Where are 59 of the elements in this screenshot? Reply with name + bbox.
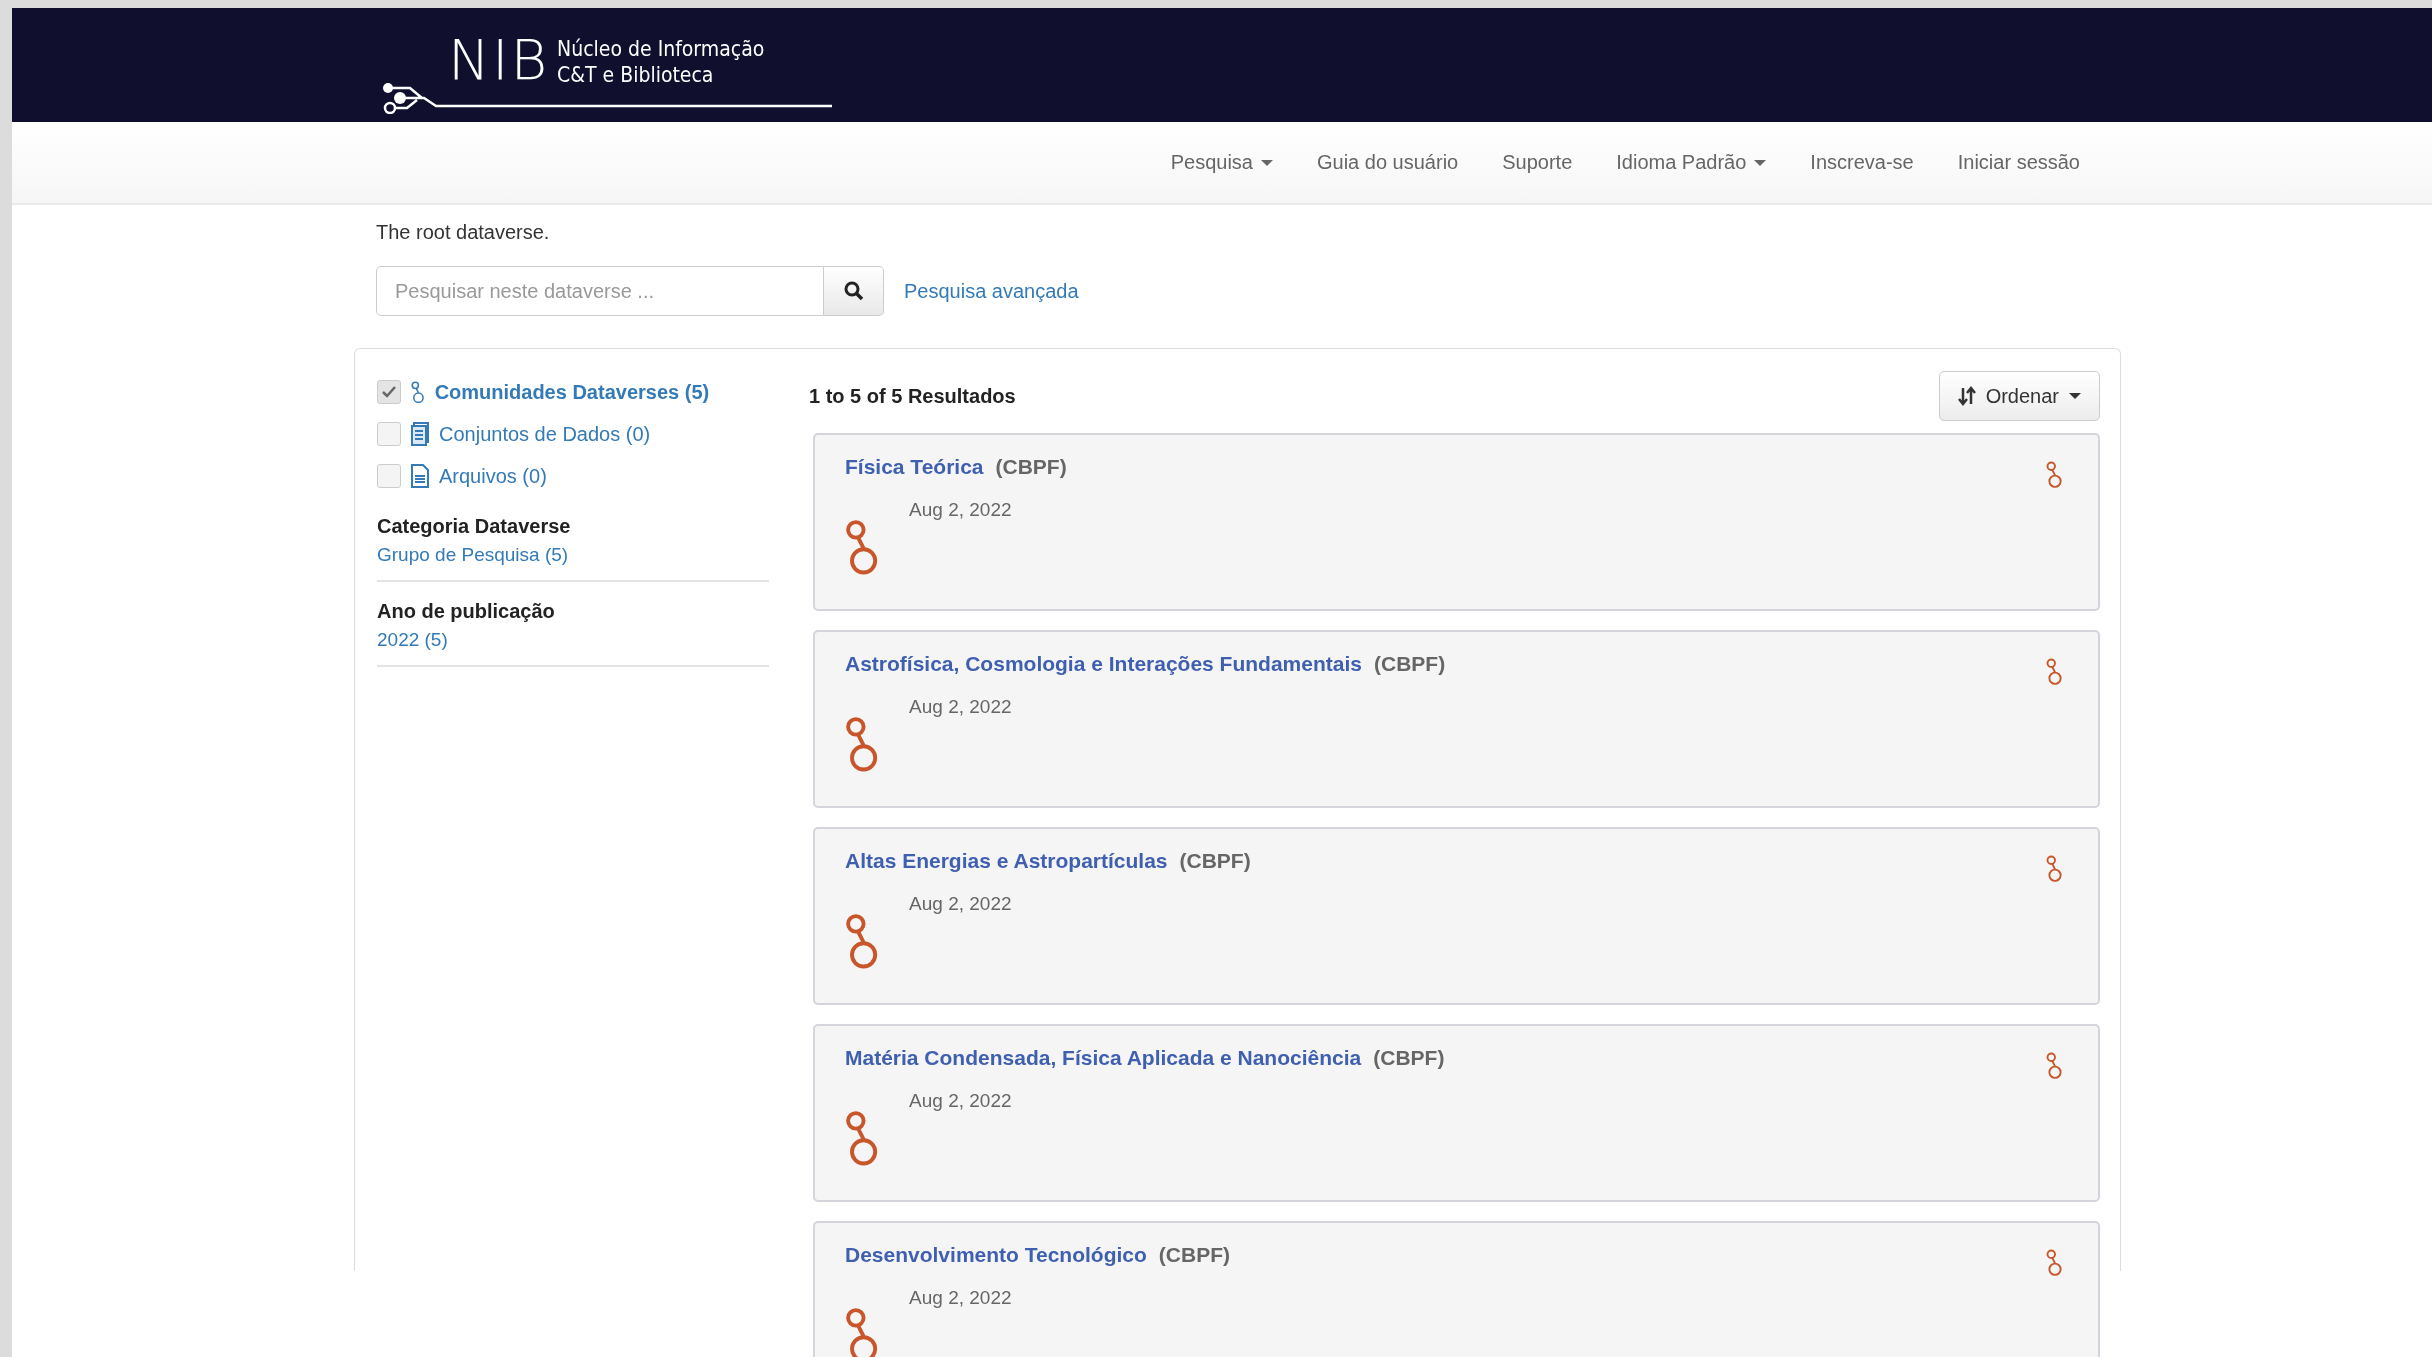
file-icon bbox=[411, 464, 429, 488]
caret-icon bbox=[1754, 159, 1767, 166]
result-affiliation: (CBPF) bbox=[1158, 1243, 1230, 1267]
filter-checkbox[interactable] bbox=[377, 422, 401, 446]
dataverse-icon bbox=[845, 716, 880, 772]
dataverse-description: The root dataverse. bbox=[376, 221, 551, 244]
nav-link[interactable]: Guia do usuário bbox=[1295, 151, 1481, 174]
filter-link[interactable]: Comunidades Dataverses (5) bbox=[434, 380, 710, 404]
result-title-link[interactable]: Desenvolvimento Tecnológico bbox=[845, 1243, 1147, 1267]
result-title-link[interactable]: Altas Energias e Astropartículas bbox=[845, 849, 1168, 873]
search-field[interactable]: Pesquisar neste dataverse ... bbox=[376, 266, 824, 316]
logo-text: C&T e Biblioteca bbox=[557, 62, 715, 88]
dataverse-icon bbox=[845, 1110, 880, 1166]
advanced-search-link[interactable]: Pesquisa avançada bbox=[904, 279, 1079, 303]
facet-link[interactable]: 2022 (5) bbox=[377, 629, 769, 651]
dataverse-icon bbox=[411, 380, 425, 404]
result-date: Aug 2, 2022 bbox=[909, 499, 1012, 522]
document-stack-icon bbox=[411, 422, 429, 446]
search-icon bbox=[843, 281, 864, 301]
facet-title: Categoria Dataverse bbox=[377, 515, 572, 538]
logo-mark: NIB bbox=[448, 32, 550, 88]
dataverse-icon bbox=[2045, 855, 2062, 882]
nav-link[interactable]: Idioma Padrão bbox=[1594, 151, 1789, 174]
result-title-link[interactable]: Matéria Condensada, Física Aplicada e Nanociência bbox=[845, 1046, 1362, 1070]
result-affiliation: (CBPF) bbox=[1374, 652, 1446, 676]
search-button[interactable] bbox=[824, 266, 884, 316]
sort-icon bbox=[1957, 386, 1976, 406]
filter-checkbox[interactable] bbox=[377, 464, 401, 488]
filter-link[interactable]: Conjuntos de Dados (0) bbox=[439, 422, 651, 446]
nav-link[interactable]: Suporte bbox=[1480, 151, 1595, 174]
result-title-link[interactable]: Física Teórica bbox=[845, 455, 984, 479]
results-count: 1 to 5 of 5 Resultados bbox=[809, 384, 1016, 408]
caret-icon bbox=[1261, 159, 1273, 166]
sort-button[interactable]: Ordenar bbox=[1938, 371, 2100, 421]
dataverse-icon bbox=[2045, 1249, 2062, 1276]
nav-link[interactable]: Inscreva-se bbox=[1788, 151, 1936, 174]
result-title-link[interactable]: Astrofísica, Cosmologia e Interações Fundamentais bbox=[845, 652, 1362, 676]
filter-link[interactable]: Arquivos (0) bbox=[439, 464, 547, 488]
dataverse-icon bbox=[845, 519, 880, 575]
dataverse-icon bbox=[2045, 461, 2062, 488]
facet-title: Ano de publicação bbox=[377, 600, 556, 623]
logo-text: Núcleo de Informação bbox=[557, 36, 765, 62]
result-affiliation: (CBPF) bbox=[995, 455, 1067, 479]
result-date: Aug 2, 2022 bbox=[909, 1287, 1012, 1310]
dataverse-icon bbox=[2045, 1052, 2062, 1079]
result-date: Aug 2, 2022 bbox=[909, 1090, 1012, 1113]
dataverse-icon bbox=[845, 913, 880, 969]
dataverse-icon bbox=[845, 1307, 880, 1357]
result-date: Aug 2, 2022 bbox=[909, 893, 1012, 916]
nav-link[interactable]: Pesquisa bbox=[1148, 151, 1295, 174]
filter-checkbox[interactable] bbox=[377, 380, 401, 404]
facet-link[interactable]: Grupo de Pesquisa (5) bbox=[377, 544, 769, 566]
result-date: Aug 2, 2022 bbox=[909, 696, 1012, 719]
check-icon bbox=[382, 386, 396, 398]
caret-icon bbox=[2069, 393, 2081, 399]
dataverse-icon bbox=[2045, 658, 2062, 685]
result-affiliation: (CBPF) bbox=[1373, 1046, 1445, 1070]
nav-link[interactable]: Iniciar sessão bbox=[1935, 151, 2102, 174]
result-affiliation: (CBPF) bbox=[1179, 849, 1251, 873]
